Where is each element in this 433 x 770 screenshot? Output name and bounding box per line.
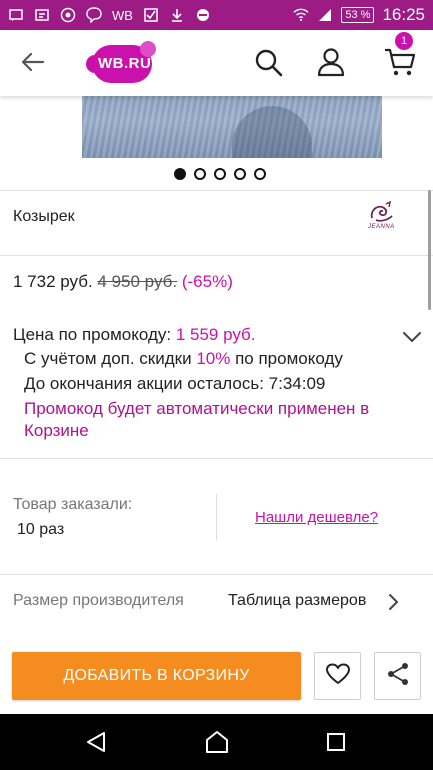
found-cheaper-link[interactable]: Нашли дешевле? xyxy=(255,509,378,526)
gallery-dot-2[interactable] xyxy=(194,168,206,180)
gallery-dot-4[interactable] xyxy=(234,168,246,180)
checkbox-icon xyxy=(143,7,159,23)
cart-count-badge: 1 xyxy=(395,32,413,50)
wb-logo[interactable]: WB.RU xyxy=(86,41,160,87)
nav-back-icon[interactable] xyxy=(84,730,108,754)
status-bar: WB 53 % 16:25 xyxy=(0,0,433,30)
gallery-dot-3[interactable] xyxy=(214,168,226,180)
cart-icon[interactable] xyxy=(384,47,416,77)
block-icon xyxy=(195,7,211,23)
current-price: 1 732 руб. xyxy=(13,272,93,291)
divider xyxy=(0,458,433,459)
logo-text: WB.RU xyxy=(98,55,152,72)
system-nav-bar xyxy=(0,714,433,770)
promo-discount-line: С учётом доп. скидки 10% по промокоду xyxy=(24,349,343,369)
orders-value: 10 раз xyxy=(17,521,65,538)
battery-indicator: 53 % xyxy=(341,7,375,23)
wb-status-text: WB xyxy=(112,7,133,23)
gallery-dot-1[interactable] xyxy=(174,168,186,180)
promo-discount-pct: 10% xyxy=(196,349,231,368)
download-icon xyxy=(169,7,185,23)
bottom-action-bar: ДОБАВИТЬ В КОРЗИНУ xyxy=(0,638,433,714)
search-icon[interactable] xyxy=(254,48,284,78)
divider xyxy=(0,190,433,191)
status-right: 53 % 16:25 xyxy=(293,5,425,25)
divider xyxy=(0,574,433,575)
brand-logo[interactable]: JEANNA xyxy=(362,200,400,234)
nav-home-icon[interactable] xyxy=(204,730,230,754)
status-left: WB xyxy=(8,7,211,23)
promo-price-row[interactable]: Цена по промокоду: 1 559 руб. xyxy=(13,325,256,345)
back-arrow-icon[interactable] xyxy=(18,50,48,74)
size-table-link[interactable]: Таблица размеров xyxy=(228,592,366,610)
cast-icon xyxy=(34,7,50,23)
app-header: WB.RU xyxy=(0,30,433,96)
price-row: 1 732 руб. 4 950 руб. (-65%) xyxy=(13,272,233,292)
old-price: 4 950 руб. xyxy=(97,272,178,291)
chrome-icon xyxy=(60,7,76,23)
promo-discount-suffix: по промокоду xyxy=(235,349,343,368)
size-label: Размер производителя xyxy=(13,592,184,609)
signal-icon xyxy=(317,7,333,23)
discount-percent: (-65%) xyxy=(181,272,233,291)
promo-timer: До окончания акции осталось: 7:34:09 xyxy=(24,374,326,393)
heart-icon xyxy=(325,663,350,690)
gallery-dot-5[interactable] xyxy=(254,168,266,180)
promo-price: 1 559 руб. xyxy=(175,325,256,344)
share-button[interactable] xyxy=(374,652,421,700)
user-icon[interactable] xyxy=(316,47,346,77)
promo-discount-prefix: С учётом доп. скидки xyxy=(24,349,192,368)
promo-note: Промокод будет автоматически применен в … xyxy=(24,399,370,440)
message-icon xyxy=(8,7,24,23)
share-icon xyxy=(386,662,410,691)
promo-label: Цена по промокоду: xyxy=(13,325,172,344)
wifi-icon xyxy=(293,7,309,23)
vertical-divider xyxy=(216,494,217,540)
scroll-indicator[interactable] xyxy=(428,190,431,310)
orders-label: Товар заказали: xyxy=(13,496,133,513)
chevron-down-icon[interactable] xyxy=(402,330,422,344)
chevron-right-icon[interactable] xyxy=(388,593,400,611)
brand-logo-text: JEANNA xyxy=(368,224,395,230)
favorite-button[interactable] xyxy=(314,652,361,700)
product-image[interactable] xyxy=(82,96,382,158)
clock: 16:25 xyxy=(382,5,425,24)
nav-recent-apps-icon[interactable] xyxy=(326,732,346,752)
viber-icon xyxy=(86,7,102,23)
add-to-cart-button[interactable]: ДОБАВИТЬ В КОРЗИНУ xyxy=(12,652,301,700)
gallery-dots xyxy=(174,168,266,180)
product-name: Козырек xyxy=(13,208,75,225)
divider xyxy=(0,255,433,256)
